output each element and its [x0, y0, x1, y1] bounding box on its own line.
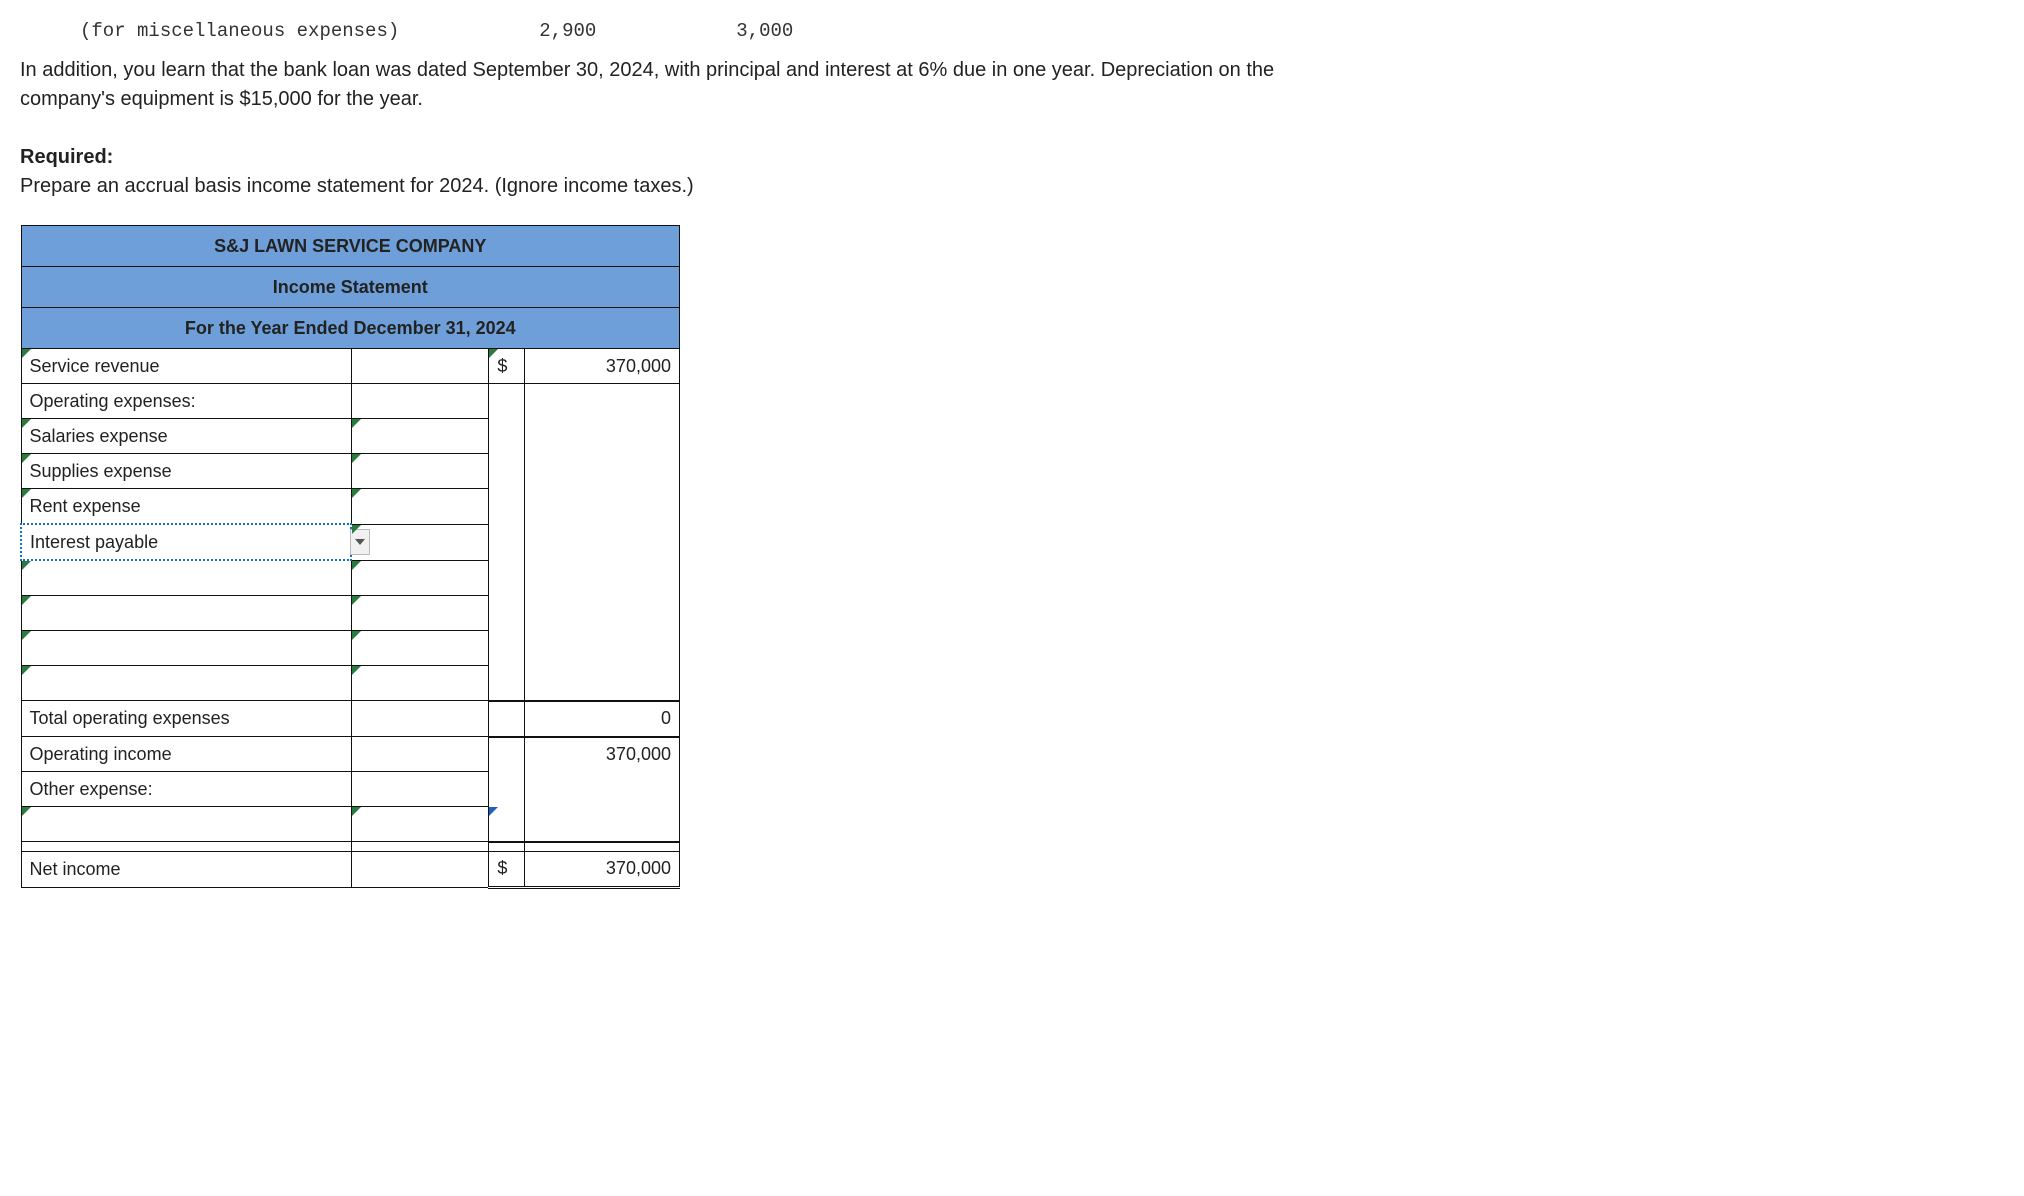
row-operating-expenses-header: Operating expenses:	[21, 384, 351, 419]
row-salaries-expense[interactable]: Salaries expense	[21, 419, 351, 454]
blank-value-1[interactable]	[351, 560, 489, 596]
row-other-expense-header: Other expense:	[21, 772, 351, 807]
rent-value[interactable]	[351, 489, 489, 525]
row-supplies-expense[interactable]: Supplies expense	[21, 454, 351, 489]
service-revenue-value[interactable]: 370,000	[524, 349, 679, 384]
blank-value-3[interactable]	[351, 631, 489, 666]
company-title: S&J LAWN SERVICE COMPANY	[21, 226, 680, 267]
row-interest-payable-dropdown[interactable]: Interest payable	[21, 524, 351, 560]
blank-value-2[interactable]	[351, 596, 489, 631]
statement-title: Income Statement	[21, 267, 680, 308]
row-blank-3[interactable]	[21, 631, 351, 666]
problem-text: In addition, you learn that the bank loa…	[20, 56, 1320, 201]
cutoff-fragment: (for miscellaneous expenses) 2,900 3,000	[20, 20, 2004, 42]
period-title: For the Year Ended December 31, 2024	[21, 308, 680, 349]
currency-symbol: $	[489, 349, 525, 384]
row-total-operating-expenses: Total operating expenses	[21, 701, 351, 737]
row-service-revenue[interactable]: Service revenue	[21, 349, 351, 384]
row-other-blank[interactable]	[21, 807, 351, 842]
row-net-income: Net income	[21, 851, 351, 887]
total-operating-value: 0	[524, 701, 679, 737]
operating-income-value: 370,000	[524, 737, 679, 772]
row-rent-expense[interactable]: Rent expense	[21, 489, 351, 525]
currency-symbol: $	[489, 851, 525, 887]
interest-value[interactable]	[351, 524, 489, 560]
income-statement-table: S&J LAWN SERVICE COMPANY Income Statemen…	[20, 225, 680, 889]
blank-value-4[interactable]	[351, 666, 489, 701]
supplies-value[interactable]	[351, 454, 489, 489]
other-blank-value[interactable]	[351, 807, 489, 842]
row-blank-4[interactable]	[21, 666, 351, 701]
row-blank-1[interactable]	[21, 560, 351, 596]
net-income-value: 370,000	[524, 851, 679, 887]
row-blank-2[interactable]	[21, 596, 351, 631]
row-operating-income: Operating income	[21, 737, 351, 772]
salaries-value[interactable]	[351, 419, 489, 454]
